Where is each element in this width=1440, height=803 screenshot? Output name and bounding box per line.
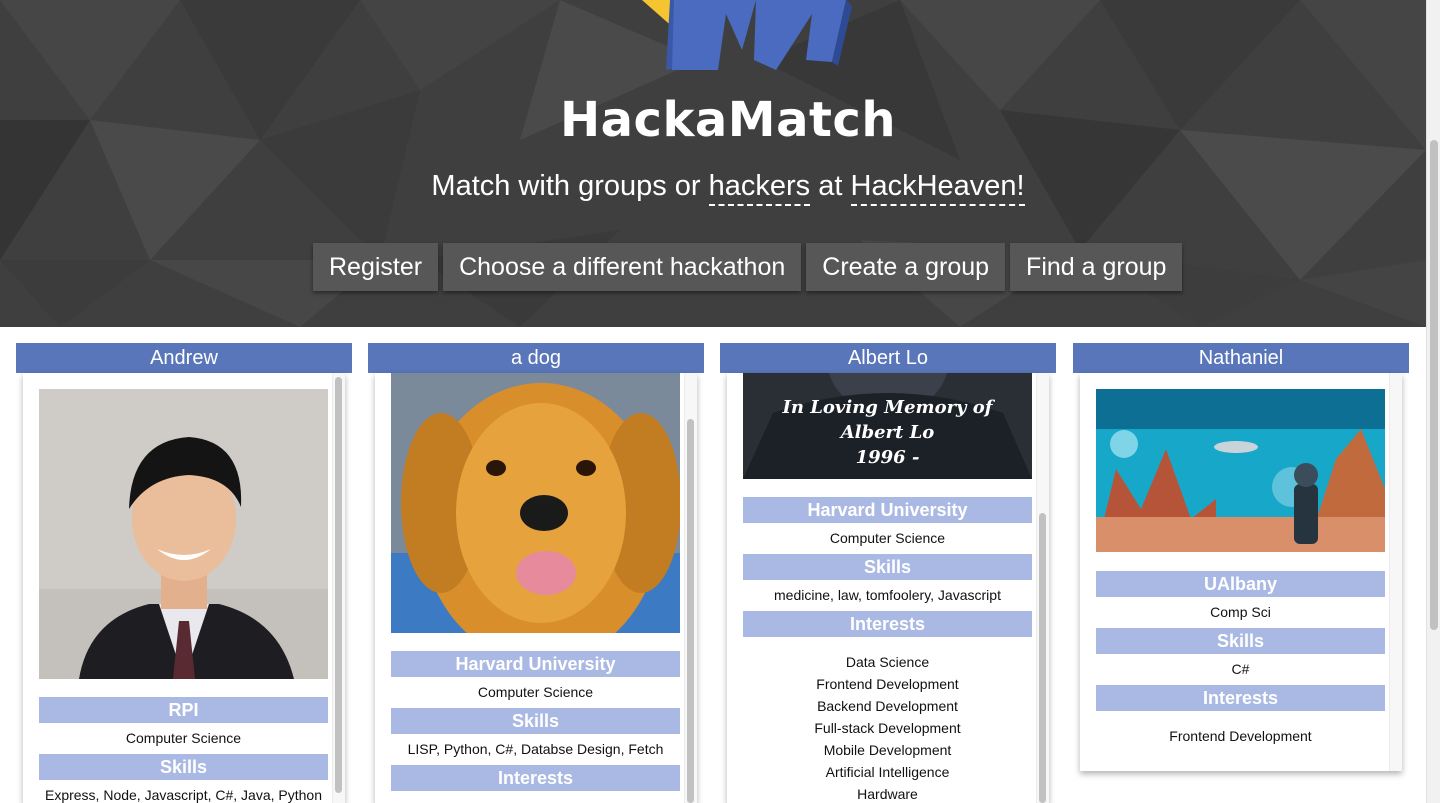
major-text: Computer Science — [125, 730, 242, 746]
card-scrollbar[interactable] — [1036, 373, 1049, 803]
skills-text: LISP, Python, C#, Databse Design, Fetch — [407, 741, 664, 757]
school-label: Harvard University — [391, 651, 680, 677]
profile-card[interactable]: Albert Lo In Loving Memory of Albert Lo … — [720, 343, 1056, 803]
skills-text: C# — [1231, 661, 1250, 677]
card-scrollbar[interactable] — [684, 373, 697, 803]
interest-item: Artificial Intelligence — [825, 764, 950, 780]
school-label: UAlbany — [1096, 571, 1385, 597]
create-group-button[interactable]: Create a group — [806, 243, 1006, 291]
memorial-line: Albert Lo — [840, 422, 935, 443]
interests-list: Data Science Frontend Development Backen… — [743, 637, 1032, 803]
school-label: Harvard University — [743, 497, 1032, 523]
choose-hackathon-button[interactable]: Choose a different hackathon — [443, 243, 802, 291]
hero-banner: HackaMatch Match with groups or hackers … — [0, 0, 1426, 327]
card-name: a dog — [368, 343, 704, 373]
card-body: UAlbany Comp Sci Skills C# Interests Fro… — [1080, 373, 1402, 771]
card-scroll-thumb[interactable] — [335, 377, 342, 793]
card-scroll-thumb[interactable] — [1039, 513, 1046, 803]
profile-photo — [391, 373, 680, 633]
card-scrollbar — [1389, 373, 1402, 771]
card-scroll-thumb[interactable] — [687, 419, 694, 803]
page-scrollbar[interactable] — [1426, 0, 1440, 803]
major-text: Comp Sci — [1210, 604, 1271, 620]
card-name: Andrew — [16, 343, 352, 373]
skills-text: Express, Node, Javascript, C#, Java, Pyt… — [44, 787, 322, 803]
interests-label: Interests — [1096, 685, 1385, 711]
interest-item: Mobile Development — [823, 742, 952, 758]
role-selector[interactable]: hackers — [708, 170, 811, 206]
interests-list: Frontend Development — [1096, 711, 1385, 747]
nav-buttons: Register Choose a different hackathon Cr… — [313, 243, 1183, 291]
interest-item: Frontend Development — [1169, 728, 1312, 744]
profile-photo — [39, 389, 328, 679]
find-group-button[interactable]: Find a group — [1010, 243, 1183, 291]
page-subtitle: Match with groups or hackers at HackHeav… — [0, 170, 1426, 206]
interests-label: Interests — [391, 765, 680, 791]
profile-card[interactable]: a dog Harvard University Computer Scienc… — [368, 343, 704, 803]
card-name: Albert Lo — [720, 343, 1056, 373]
skills-label: Skills — [391, 708, 680, 734]
card-body: RPI Computer Science Skills Express, Nod… — [23, 373, 345, 803]
card-body: In Loving Memory of Albert Lo 1996 - Har… — [727, 373, 1049, 803]
page-scroll-thumb[interactable] — [1430, 140, 1438, 630]
subtitle-prefix: Match with groups or — [431, 170, 701, 202]
subtitle-mid: at — [818, 170, 843, 202]
memorial-line: 1996 - — [855, 447, 920, 468]
card-scrollbar[interactable] — [332, 373, 345, 803]
register-button[interactable]: Register — [313, 243, 439, 291]
interest-item: Data Science — [845, 654, 930, 670]
interest-item: Frontend Development — [816, 676, 959, 692]
profile-card[interactable]: Nathaniel UAlbany Comp Sci Skills C# Int… — [1073, 343, 1409, 771]
interest-item: Hardware — [857, 786, 918, 802]
page-title: HackaMatch — [559, 92, 897, 148]
skills-label: Skills — [743, 554, 1032, 580]
skills-label: Skills — [39, 754, 328, 780]
profile-card[interactable]: Andrew RPI Computer Science Skills Expre… — [16, 343, 352, 803]
major-text: Computer Science — [477, 684, 594, 700]
hackamatch-logo — [642, 0, 852, 70]
major-text: Computer Science — [829, 530, 946, 546]
profile-photo — [1096, 389, 1385, 552]
interests-label: Interests — [743, 611, 1032, 637]
profile-photo: In Loving Memory of Albert Lo 1996 - — [743, 373, 1032, 479]
hackathon-selector[interactable]: HackHeaven! — [850, 170, 1025, 206]
interest-item: Backend Development — [817, 698, 958, 714]
interest-item: Full-stack Development — [814, 720, 961, 736]
skills-text: medicine, law, tomfoolery, Javascript — [774, 587, 1001, 603]
card-body: Harvard University Computer Science Skil… — [375, 373, 697, 803]
memorial-line: In Loving Memory of — [782, 397, 993, 418]
school-label: RPI — [39, 697, 328, 723]
card-name: Nathaniel — [1073, 343, 1409, 373]
skills-label: Skills — [1096, 628, 1385, 654]
